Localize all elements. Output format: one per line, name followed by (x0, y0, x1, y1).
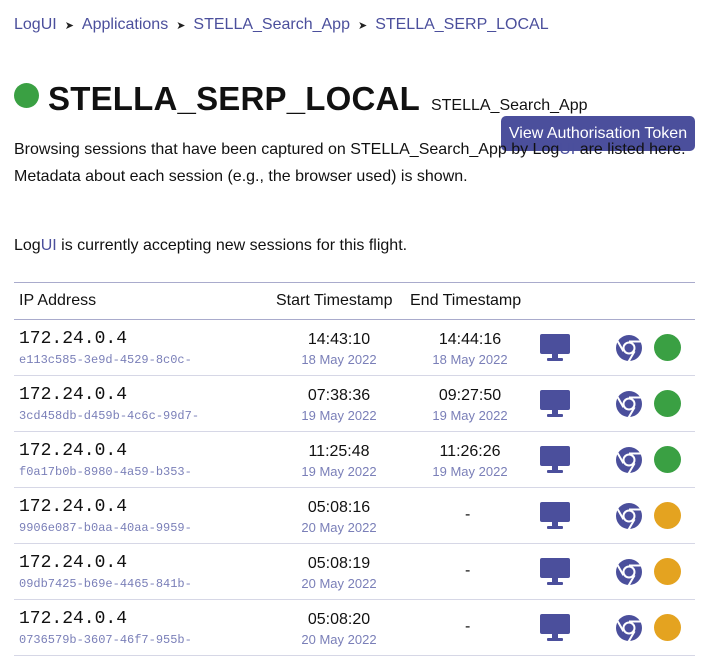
header-start-timestamp: Start Timestamp (276, 292, 393, 309)
end-date: 19 May 2022 (432, 408, 508, 423)
table-row[interactable]: 172.24.0.4 9906e087-b0aa-40aa-9959- 05:0… (14, 488, 695, 544)
start-date: 20 May 2022 (301, 632, 377, 647)
chrome-icon (616, 615, 642, 642)
end-time: 14:44:16 (438, 331, 502, 348)
session-id: 09db7425-b69e-4465-841b- (19, 577, 192, 591)
page-subtitle: STELLA_Search_App (430, 97, 588, 114)
session-status-icon (654, 446, 681, 473)
chrome-icon (616, 391, 642, 418)
breadcrumb-applications[interactable]: Applications (82, 16, 168, 34)
session-id: e113c585-3e9d-4529-8c0c- (19, 353, 192, 367)
end-time: 11:26:26 (439, 443, 501, 460)
accepting-status: LogUI is currently accepting new session… (14, 237, 407, 255)
table-body: 172.24.0.4 e113c585-3e9d-4529-8c0c- 14:4… (14, 320, 695, 656)
end-time-empty: - (465, 562, 471, 579)
session-status-icon (654, 614, 681, 641)
flight-status-icon (14, 83, 39, 108)
start-time: 05:08:20 (307, 611, 371, 628)
end-timestamp: 11:26:26 19 May 2022 (415, 432, 525, 479)
table-row[interactable]: 172.24.0.4 09db7425-b69e-4465-841b- 05:0… (14, 544, 695, 600)
header-ip-address: IP Address (19, 292, 97, 309)
breadcrumb: LogUI ➤ Applications ➤ STELLA_Search_App… (14, 16, 549, 34)
session-ip: 172.24.0.4 (19, 609, 128, 629)
start-time: 14:43:10 (307, 331, 371, 348)
session-status-icon (654, 334, 681, 361)
start-time: 05:08:16 (307, 499, 371, 516)
start-timestamp: 07:38:36 19 May 2022 (284, 376, 394, 423)
accepting-text-rest: is currently accepting new sessions for … (56, 237, 408, 254)
start-time: 07:38:36 (307, 387, 371, 404)
session-id: 9906e087-b0aa-40aa-9959- (19, 521, 192, 535)
breadcrumb-separator-icon: ➤ (176, 19, 186, 32)
table-row[interactable]: 172.24.0.4 3cd458db-d459b-4c6c-99d7- 07:… (14, 376, 695, 432)
table-row[interactable]: 172.24.0.4 e113c585-3e9d-4529-8c0c- 14:4… (14, 320, 695, 376)
chrome-icon (616, 447, 642, 474)
session-id: f0a17b0b-8980-4a59-b353- (19, 465, 192, 479)
page-header: STELLA_SERP_LOCAL STELLA_Search_App (14, 80, 588, 118)
end-time-empty: - (465, 506, 471, 523)
start-time: 11:25:48 (308, 443, 370, 460)
session-id: 3cd458db-d459b-4c6c-99d7- (19, 409, 200, 423)
chrome-icon (616, 503, 642, 530)
header-end-timestamp: End Timestamp (410, 292, 522, 309)
chrome-icon (616, 559, 642, 586)
desktop-icon (540, 502, 570, 529)
start-date: 18 May 2022 (301, 352, 377, 367)
chrome-icon (616, 335, 642, 362)
start-time: 05:08:19 (307, 555, 371, 572)
breadcrumb-flight[interactable]: STELLA_SERP_LOCAL (375, 16, 548, 34)
start-timestamp: 05:08:16 20 May 2022 (284, 488, 394, 535)
start-date: 19 May 2022 (301, 464, 377, 479)
table-row[interactable]: 172.24.0.4 0736579b-3607-46f7-955b- 05:0… (14, 600, 695, 656)
end-date: 19 May 2022 (432, 464, 508, 479)
session-ip: 172.24.0.4 (19, 385, 128, 405)
breadcrumb-logui[interactable]: LogUI (14, 16, 57, 34)
start-timestamp: 14:43:10 18 May 2022 (284, 320, 394, 367)
start-date: 20 May 2022 (301, 576, 377, 591)
desktop-icon (540, 614, 570, 641)
session-status-icon (654, 558, 681, 585)
sessions-table: IP Address Start Timestamp End Timestamp… (14, 282, 695, 656)
session-ip: 172.24.0.4 (19, 553, 128, 573)
end-timestamp: 14:44:16 18 May 2022 (415, 320, 525, 367)
breadcrumb-application[interactable]: STELLA_Search_App (193, 16, 350, 34)
start-timestamp: 11:25:48 19 May 2022 (284, 432, 394, 479)
table-row[interactable]: 172.24.0.4 f0a17b0b-8980-4a59-b353- 11:2… (14, 432, 695, 488)
page-title: STELLA_SERP_LOCAL (48, 80, 420, 117)
desktop-icon (540, 334, 570, 361)
session-status-icon (654, 390, 681, 417)
session-ip: 172.24.0.4 (19, 497, 128, 517)
accepting-ui-highlight: UI (40, 237, 57, 254)
start-date: 19 May 2022 (301, 408, 377, 423)
desktop-icon (540, 390, 570, 417)
desktop-icon (540, 446, 570, 473)
session-ip: 172.24.0.4 (19, 329, 128, 349)
description-text: Browsing sessions that have been capture… (14, 141, 560, 158)
desktop-icon (540, 558, 570, 585)
session-ip: 172.24.0.4 (19, 441, 128, 461)
start-timestamp: 05:08:20 20 May 2022 (284, 600, 394, 647)
accepting-text: Log (14, 237, 41, 254)
session-id: 0736579b-3607-46f7-955b- (19, 633, 192, 647)
session-status-icon (654, 502, 681, 529)
table-header: IP Address Start Timestamp End Timestamp (14, 282, 695, 320)
end-time: 09:27:50 (438, 387, 502, 404)
start-timestamp: 05:08:19 20 May 2022 (284, 544, 394, 591)
end-timestamp: 09:27:50 19 May 2022 (415, 376, 525, 423)
breadcrumb-separator-icon: ➤ (357, 19, 368, 32)
end-date: 18 May 2022 (432, 352, 508, 367)
start-date: 20 May 2022 (301, 520, 377, 535)
description-ui-highlight: UI (559, 141, 576, 158)
end-time-empty: - (465, 618, 471, 635)
breadcrumb-separator-icon: ➤ (64, 19, 74, 32)
page-description: Browsing sessions that have been capture… (14, 136, 699, 190)
